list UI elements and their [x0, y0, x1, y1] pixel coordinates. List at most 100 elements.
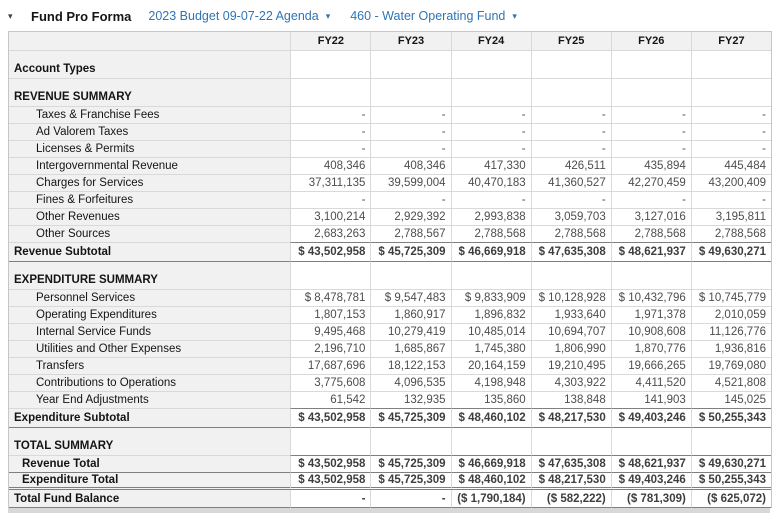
- value-cell-fy23: [370, 262, 450, 290]
- value-cell-fy23: 4,096,535: [370, 375, 450, 392]
- value-cell-fy27: 11,126,776: [691, 324, 771, 341]
- table-bottom-strip: [8, 508, 770, 513]
- chevron-down-icon: ▾: [326, 12, 331, 21]
- value-cell-fy26: $ 10,432,796: [611, 290, 691, 307]
- value-cell-fy25: 1,806,990: [531, 341, 611, 358]
- value-cell-fy23: -: [370, 490, 450, 508]
- value-cell-fy27: 2,010,059: [691, 307, 771, 324]
- value-cell-fy27: 19,769,080: [691, 358, 771, 375]
- table-row: REVENUE SUMMARY: [9, 79, 771, 107]
- value-cell-fy27: 3,195,811: [691, 209, 771, 226]
- value-cell-fy27: $ 49,630,271: [691, 456, 771, 473]
- value-cell-fy23: 1,860,917: [370, 307, 450, 324]
- value-cell-fy27: 2,788,568: [691, 226, 771, 243]
- value-cell-fy27: 145,025: [691, 392, 771, 409]
- value-cell-fy26: [611, 428, 691, 456]
- row-label-cell: Taxes & Franchise Fees: [9, 107, 290, 124]
- value-cell-fy22: [290, 51, 370, 79]
- table-row: Transfers17,687,69618,122,15320,164,1591…: [9, 358, 771, 375]
- value-cell-fy26: $ 49,403,246: [611, 473, 691, 490]
- value-cell-fy23: -: [370, 124, 450, 141]
- page-title: Fund Pro Forma: [31, 9, 131, 24]
- value-cell-fy22: 3,775,608: [290, 375, 370, 392]
- value-cell-fy23: $ 45,725,309: [370, 473, 450, 490]
- value-cell-fy25: 1,933,640: [531, 307, 611, 324]
- value-cell-fy23: 39,599,004: [370, 175, 450, 192]
- value-cell-fy26: [611, 51, 691, 79]
- row-label-cell: Account Types: [9, 51, 290, 79]
- table-row: Licenses & Permits------: [9, 141, 771, 158]
- value-cell-fy25: -: [531, 107, 611, 124]
- table-row: Fines & Forfeitures------: [9, 192, 771, 209]
- table-row: Expenditure Total$ 43,502,958$ 45,725,30…: [9, 473, 771, 490]
- value-cell-fy22: $ 43,502,958: [290, 243, 370, 262]
- value-cell-fy26: -: [611, 192, 691, 209]
- value-cell-fy25: 10,694,707: [531, 324, 611, 341]
- value-cell-fy24: [451, 79, 531, 107]
- collapse-caret-icon[interactable]: ▾: [8, 12, 22, 21]
- value-cell-fy26: 1,870,776: [611, 341, 691, 358]
- row-label-cell: Personnel Services: [9, 290, 290, 307]
- value-cell-fy23: 408,346: [370, 158, 450, 175]
- value-cell-fy22: 2,683,263: [290, 226, 370, 243]
- value-cell-fy26: 2,788,568: [611, 226, 691, 243]
- row-label-cell: Licenses & Permits: [9, 141, 290, 158]
- value-cell-fy24: -: [451, 192, 531, 209]
- value-cell-fy24: 10,485,014: [451, 324, 531, 341]
- value-cell-fy23: 132,935: [370, 392, 450, 409]
- value-cell-fy26: $ 48,621,937: [611, 243, 691, 262]
- row-label-cell: Operating Expenditures: [9, 307, 290, 324]
- row-label-cell: Expenditure Total: [9, 473, 290, 490]
- table-row: Charges for Services37,311,13539,599,004…: [9, 175, 771, 192]
- value-cell-fy25: [531, 262, 611, 290]
- table-row: Other Sources2,683,2632,788,5672,788,568…: [9, 226, 771, 243]
- fund-selector-dropdown[interactable]: 460 - Water Operating Fund ▾: [350, 9, 517, 23]
- value-cell-fy22: $ 8,478,781: [290, 290, 370, 307]
- value-cell-fy23: [370, 428, 450, 456]
- value-cell-fy27: [691, 262, 771, 290]
- value-cell-fy25: -: [531, 124, 611, 141]
- value-cell-fy24: 20,164,159: [451, 358, 531, 375]
- table-row: Internal Service Funds9,495,46810,279,41…: [9, 324, 771, 341]
- value-cell-fy22: 61,542: [290, 392, 370, 409]
- row-label-cell: Charges for Services: [9, 175, 290, 192]
- row-label-cell: Ad Valorem Taxes: [9, 124, 290, 141]
- value-cell-fy26: 42,270,459: [611, 175, 691, 192]
- value-cell-fy27: 445,484: [691, 158, 771, 175]
- value-cell-fy27: 43,200,409: [691, 175, 771, 192]
- value-cell-fy22: 1,807,153: [290, 307, 370, 324]
- value-cell-fy27: [691, 79, 771, 107]
- value-cell-fy22: 9,495,468: [290, 324, 370, 341]
- table-row: Expenditure Subtotal$ 43,502,958$ 45,725…: [9, 409, 771, 428]
- value-cell-fy24: [451, 428, 531, 456]
- value-cell-fy23: 18,122,153: [370, 358, 450, 375]
- value-cell-fy24: 2,788,568: [451, 226, 531, 243]
- row-label-cell: Fines & Forfeitures: [9, 192, 290, 209]
- value-cell-fy22: 408,346: [290, 158, 370, 175]
- value-cell-fy27: 1,936,816: [691, 341, 771, 358]
- value-cell-fy25: ($ 582,222): [531, 490, 611, 508]
- value-cell-fy23: [370, 79, 450, 107]
- value-cell-fy27: [691, 428, 771, 456]
- value-cell-fy25: $ 48,217,530: [531, 409, 611, 428]
- value-cell-fy26: -: [611, 107, 691, 124]
- column-header-fy23: FY23: [370, 32, 450, 51]
- column-header-fy27: FY27: [691, 32, 771, 51]
- value-cell-fy24: 4,198,948: [451, 375, 531, 392]
- row-label-cell: Transfers: [9, 358, 290, 375]
- value-cell-fy24: [451, 51, 531, 79]
- value-cell-fy27: -: [691, 192, 771, 209]
- table-row: Contributions to Operations3,775,6084,09…: [9, 375, 771, 392]
- budget-selector-dropdown[interactable]: 2023 Budget 09-07-22 Agenda ▾: [148, 9, 330, 23]
- value-cell-fy25: [531, 428, 611, 456]
- value-cell-fy26: 141,903: [611, 392, 691, 409]
- table-row: Ad Valorem Taxes------: [9, 124, 771, 141]
- value-cell-fy24: 1,896,832: [451, 307, 531, 324]
- column-header-fy24: FY24: [451, 32, 531, 51]
- value-cell-fy24: [451, 262, 531, 290]
- value-cell-fy25: 2,788,568: [531, 226, 611, 243]
- row-label-cell: Total Fund Balance: [9, 490, 290, 508]
- row-label-cell: Other Sources: [9, 226, 290, 243]
- table-row: Intergovernmental Revenue408,346408,3464…: [9, 158, 771, 175]
- value-cell-fy25: 138,848: [531, 392, 611, 409]
